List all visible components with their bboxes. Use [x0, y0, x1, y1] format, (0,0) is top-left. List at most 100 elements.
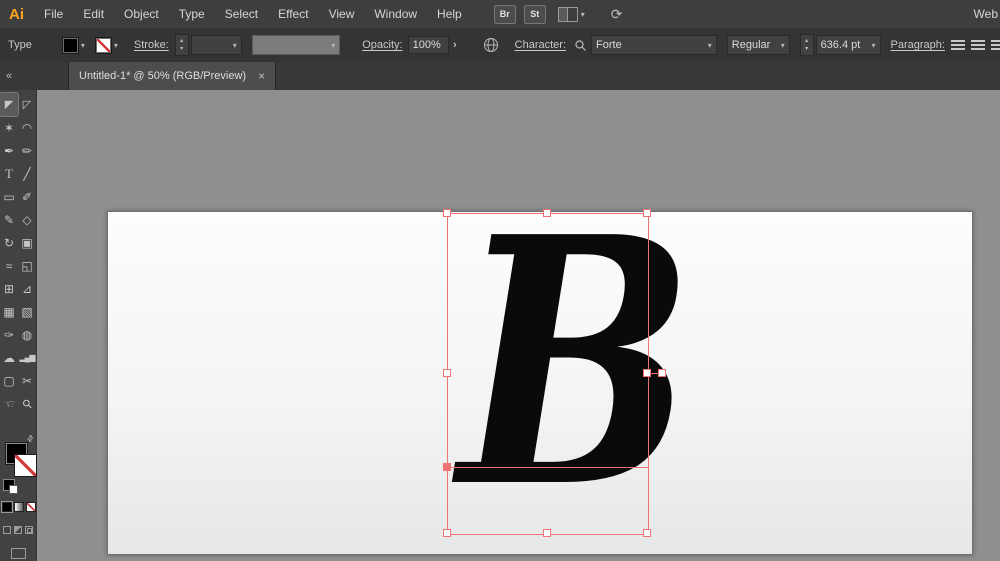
selection-handle[interactable]	[643, 369, 651, 377]
width-tool[interactable]: ≈	[0, 254, 18, 277]
menu-window[interactable]: Window	[364, 0, 427, 28]
line-tool[interactable]: ╱	[18, 162, 36, 185]
selection-handle[interactable]	[443, 209, 451, 217]
shape-builder-tool[interactable]: ⊞	[0, 277, 18, 300]
font-size-down-icon[interactable]: ▾	[805, 45, 808, 53]
arrange-documents-dropdown-icon[interactable]: ▾	[581, 10, 585, 19]
font-style-dropdown-icon[interactable]: ▾	[781, 41, 785, 50]
curvature-tool[interactable]: ✏	[18, 139, 36, 162]
fill-dropdown-icon[interactable]: ▾	[81, 41, 85, 50]
font-size-dropdown-icon[interactable]: ▾	[872, 41, 876, 50]
selection-tool[interactable]: ◤	[0, 93, 18, 116]
document-tab[interactable]: Untitled-1* @ 50% (RGB/Preview) ×	[68, 62, 276, 90]
stroke-panel-link[interactable]: Stroke:	[134, 39, 169, 51]
stock-button[interactable]: St	[524, 5, 546, 24]
align-left-icon[interactable]	[951, 40, 965, 51]
selection-extension-handle[interactable]	[658, 369, 666, 377]
pen-tool[interactable]: ✒	[0, 139, 18, 162]
opacity-input[interactable]: 100%	[408, 36, 449, 54]
arrange-documents-icon[interactable]	[558, 7, 578, 22]
selection-handle[interactable]	[543, 209, 551, 217]
zoom-tool[interactable]: ⚲	[18, 392, 36, 415]
paragraph-panel-link[interactable]: Paragraph:	[891, 39, 945, 51]
text-anchor-handle[interactable]	[443, 463, 451, 471]
font-search-icon[interactable]	[574, 39, 587, 52]
symbol-sprayer-tool[interactable]: ☁	[0, 346, 18, 369]
font-style-combo[interactable]: Regular ▾	[727, 35, 790, 55]
default-fill-stroke-icon[interactable]	[3, 479, 15, 491]
document-setup-globe-icon[interactable]	[483, 37, 499, 53]
bridge-button[interactable]: Br	[494, 5, 516, 24]
menu-object[interactable]: Object	[114, 0, 169, 28]
draw-normal-icon[interactable]	[3, 526, 11, 534]
draw-inside-icon[interactable]	[25, 526, 33, 534]
rectangle-tool[interactable]: ▭	[0, 185, 18, 208]
canvas[interactable]: B	[37, 90, 1000, 561]
sync-settings-icon[interactable]: ⟳	[611, 6, 623, 23]
menu-view[interactable]: View	[319, 0, 365, 28]
menu-edit[interactable]: Edit	[73, 0, 114, 28]
selection-handle[interactable]	[643, 529, 651, 537]
selection-handle[interactable]	[443, 529, 451, 537]
opacity-panel-link[interactable]: Opacity:	[362, 39, 402, 51]
graph-tool[interactable]: ▂▄▆	[18, 346, 36, 369]
tab-close-icon[interactable]: ×	[258, 69, 265, 83]
rectangle-tool-icon: ▭	[3, 190, 14, 204]
character-panel-link[interactable]: Character:	[515, 39, 566, 51]
font-size-combo[interactable]: 636.4 pt ▾	[816, 35, 881, 55]
stroke-color-indicator[interactable]	[14, 454, 37, 477]
toolbar-collapse-icon[interactable]: «	[0, 70, 38, 82]
menu-help[interactable]: Help	[427, 0, 472, 28]
free-transform-tool[interactable]: ◱	[18, 254, 36, 277]
type-tool[interactable]: T	[0, 162, 18, 185]
slice-tool[interactable]: ✂	[18, 369, 36, 392]
fill-color-control[interactable]: ▾	[62, 37, 85, 54]
direct-selection-tool[interactable]: ◸	[18, 93, 36, 116]
stroke-swatch[interactable]	[95, 37, 112, 54]
font-family-dropdown-icon[interactable]: ▾	[708, 41, 712, 50]
lasso-tool[interactable]: ◠	[18, 116, 36, 139]
eyedropper-tool[interactable]: ✑	[0, 323, 18, 346]
rotate-tool[interactable]: ↻	[0, 231, 18, 254]
fill-swatch[interactable]	[62, 37, 79, 54]
mesh-tool[interactable]: ▦	[0, 300, 18, 323]
artboard-tool[interactable]: ▢	[0, 369, 18, 392]
stroke-weight-stepper[interactable]: ▴ ▾	[175, 34, 189, 56]
blend-tool[interactable]: ◍	[18, 323, 36, 346]
font-size-stepper[interactable]: ▴ ▾	[800, 34, 814, 56]
font-family-combo[interactable]: Forte ▾	[591, 35, 717, 55]
scale-tool[interactable]: ▣	[18, 231, 36, 254]
stepper-up-icon[interactable]: ▴	[180, 37, 183, 45]
opacity-chevron-icon[interactable]: ›	[449, 39, 461, 51]
selection-handle[interactable]	[443, 369, 451, 377]
workspace-switcher[interactable]: Web	[974, 7, 1000, 21]
menu-type[interactable]: Type	[169, 0, 215, 28]
stroke-weight-combo[interactable]: ▾	[191, 35, 242, 55]
color-button[interactable]	[2, 502, 12, 512]
menu-effect[interactable]: Effect	[268, 0, 318, 28]
align-center-icon[interactable]	[971, 40, 985, 51]
align-right-icon[interactable]	[991, 40, 1000, 51]
gradient-tool[interactable]: ▧	[18, 300, 36, 323]
illustrator-logo: Ai	[0, 6, 34, 23]
stroke-weight-dropdown-icon[interactable]: ▾	[233, 41, 237, 50]
hand-tool[interactable]: ☜	[0, 392, 18, 415]
none-button[interactable]	[26, 502, 36, 512]
stroke-color-control[interactable]: ▾	[95, 37, 118, 54]
selection-handle[interactable]	[643, 209, 651, 217]
gradient-button[interactable]	[14, 502, 24, 512]
font-size-up-icon[interactable]: ▴	[805, 37, 808, 45]
stroke-dropdown-icon[interactable]: ▾	[114, 41, 118, 50]
paintbrush-tool[interactable]: ✐	[18, 185, 36, 208]
menu-select[interactable]: Select	[215, 0, 268, 28]
selection-bounding-box	[447, 213, 649, 535]
selection-handle[interactable]	[543, 529, 551, 537]
shaper-tool[interactable]: ✎	[0, 208, 18, 231]
screen-mode-icon[interactable]	[11, 548, 26, 559]
perspective-grid-tool[interactable]: ⊿	[18, 277, 36, 300]
eraser-tool[interactable]: ◇	[18, 208, 36, 231]
magic-wand-tool[interactable]: ✶	[0, 116, 18, 139]
stepper-down-icon[interactable]: ▾	[180, 45, 183, 53]
draw-behind-icon[interactable]	[14, 526, 22, 534]
menu-file[interactable]: File	[34, 0, 73, 28]
